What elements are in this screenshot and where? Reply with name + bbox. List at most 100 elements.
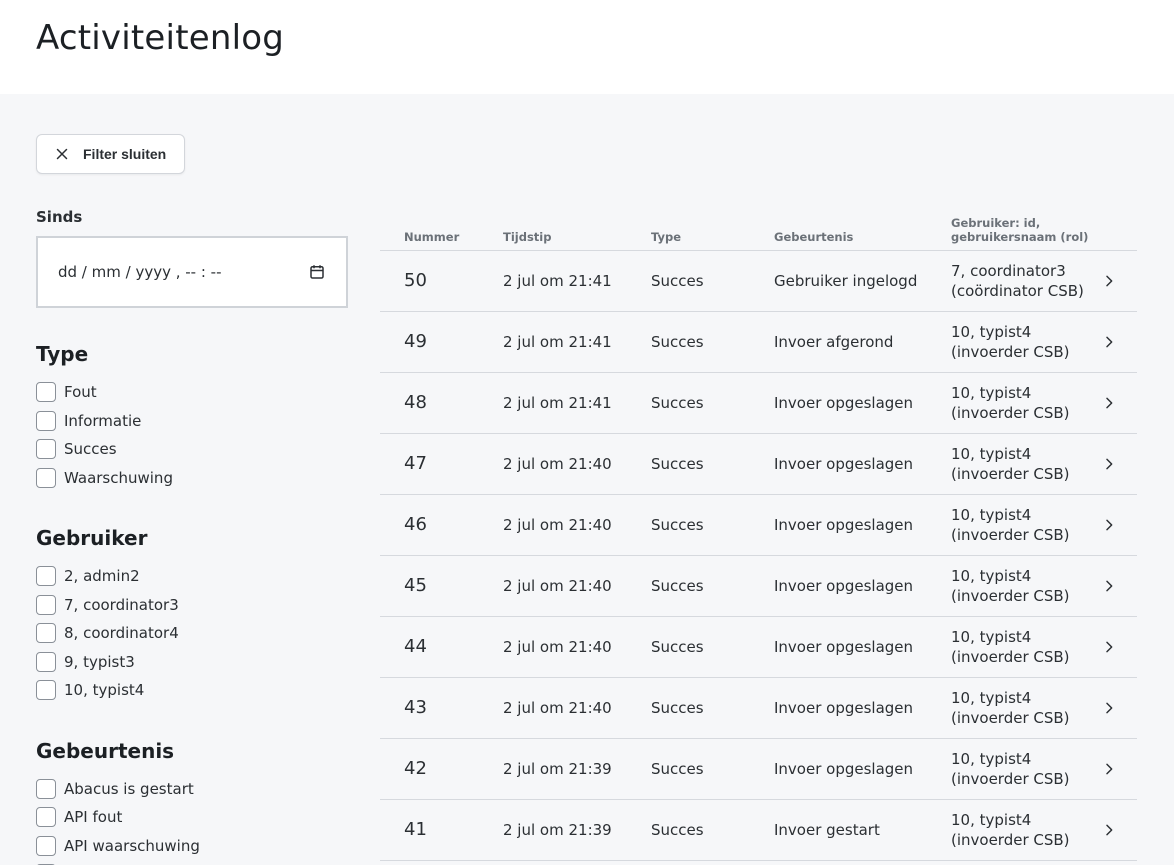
close-filter-button[interactable]: Filter sluiten: [36, 134, 185, 174]
checkbox[interactable]: [36, 680, 56, 701]
event-filter-option[interactable]: Beide invoeren verwijderd: [36, 860, 348, 865]
cell-event: Invoer opgeslagen: [774, 616, 951, 678]
type-filter-option[interactable]: Waarschuwing: [36, 464, 348, 493]
row-open-cell[interactable]: [1101, 433, 1137, 495]
activity-table: Nummer Tijdstip Type Gebeurtenis Gebruik…: [380, 208, 1137, 861]
checkbox[interactable]: [36, 835, 56, 856]
checkbox[interactable]: [36, 439, 56, 460]
cell-type: Succes: [651, 616, 774, 678]
cell-type: Succes: [651, 494, 774, 556]
table-row[interactable]: 48 2 jul om 21:41 Succes Invoer opgeslagen 1…: [380, 372, 1137, 434]
cell-number: 50: [380, 250, 503, 312]
checkbox-label: 8, coordinator4: [64, 624, 179, 643]
table-body: 50 2 jul om 21:41 Succes Gebruiker ingelogd…: [380, 250, 1137, 861]
chevron-right-icon[interactable]: [1101, 578, 1117, 594]
header-action: [1101, 208, 1137, 251]
cell-event: Gebruiker ingelogd: [774, 250, 951, 312]
row-open-cell[interactable]: [1101, 311, 1137, 373]
chevron-right-icon[interactable]: [1101, 639, 1117, 655]
type-filter-option[interactable]: Informatie: [36, 407, 348, 436]
checkbox-label: Abacus is gestart: [64, 779, 194, 798]
cell-time: 2 jul om 21:40: [503, 433, 651, 495]
event-filter-option[interactable]: API fout: [36, 803, 348, 832]
calendar-icon[interactable]: [308, 263, 326, 281]
row-open-cell[interactable]: [1101, 677, 1137, 739]
row-open-cell[interactable]: [1101, 250, 1137, 312]
checkbox[interactable]: [36, 566, 56, 587]
checkbox[interactable]: [36, 807, 56, 828]
table-row[interactable]: 43 2 jul om 21:40 Succes Invoer opgeslagen 1…: [380, 677, 1137, 739]
row-open-cell[interactable]: [1101, 555, 1137, 617]
user-filter-option[interactable]: 9, typist3: [36, 648, 348, 677]
user-filter-option[interactable]: 7, coordinator3: [36, 591, 348, 620]
user-filter-option[interactable]: 8, coordinator4: [36, 619, 348, 648]
checkbox[interactable]: [36, 623, 56, 644]
cell-type: Succes: [651, 250, 774, 312]
cell-event: Invoer afgerond: [774, 311, 951, 373]
cell-time: 2 jul om 21:40: [503, 677, 651, 739]
chevron-right-icon[interactable]: [1101, 700, 1117, 716]
user-filter-option[interactable]: 10, typist4: [36, 676, 348, 705]
checkbox[interactable]: [36, 594, 56, 615]
cell-event: Invoer opgeslagen: [774, 494, 951, 556]
cell-event: Invoer opgeslagen: [774, 372, 951, 434]
cell-time: 2 jul om 21:41: [503, 372, 651, 434]
chevron-right-icon[interactable]: [1101, 395, 1117, 411]
cell-event: Invoer opgeslagen: [774, 677, 951, 739]
type-filter-option[interactable]: Fout: [36, 378, 348, 407]
checkbox-label: 9, typist3: [64, 652, 135, 671]
close-icon: [56, 148, 68, 160]
chevron-right-icon[interactable]: [1101, 334, 1117, 350]
table-row[interactable]: 41 2 jul om 21:39 Succes Invoer gestart 10, …: [380, 799, 1137, 861]
cell-number: 49: [380, 311, 503, 373]
page-header: Activiteitenlog: [0, 0, 1174, 94]
table-row[interactable]: 49 2 jul om 21:41 Succes Invoer afgerond 10,…: [380, 311, 1137, 373]
cell-type: Succes: [651, 372, 774, 434]
row-open-cell[interactable]: [1101, 616, 1137, 678]
table-row[interactable]: 44 2 jul om 21:40 Succes Invoer opgeslagen 1…: [380, 616, 1137, 678]
checkbox[interactable]: [36, 382, 56, 403]
cell-event: Invoer opgeslagen: [774, 555, 951, 617]
row-open-cell[interactable]: [1101, 738, 1137, 800]
chevron-right-icon[interactable]: [1101, 822, 1117, 838]
checkbox[interactable]: [36, 467, 56, 488]
event-filter-option[interactable]: Abacus is gestart: [36, 775, 348, 804]
user-filter-option[interactable]: 2, admin2: [36, 562, 348, 591]
chevron-right-icon[interactable]: [1101, 761, 1117, 777]
cell-event: Invoer gestart: [774, 799, 951, 861]
activity-table-wrapper: Nummer Tijdstip Type Gebeurtenis Gebruik…: [380, 208, 1137, 861]
cell-event: Invoer opgeslagen: [774, 738, 951, 800]
table-row[interactable]: 42 2 jul om 21:39 Succes Invoer opgeslagen 1…: [380, 738, 1137, 800]
chevron-right-icon[interactable]: [1101, 517, 1117, 533]
header-number: Nummer: [380, 208, 503, 251]
checkbox[interactable]: [36, 778, 56, 799]
chevron-right-icon[interactable]: [1101, 456, 1117, 472]
cell-number: 41: [380, 799, 503, 861]
row-open-cell[interactable]: [1101, 799, 1137, 861]
header-event: Gebeurtenis: [774, 208, 951, 251]
table-row[interactable]: 46 2 jul om 21:40 Succes Invoer opgeslagen 1…: [380, 494, 1137, 556]
cell-event: Invoer opgeslagen: [774, 433, 951, 495]
cell-type: Succes: [651, 799, 774, 861]
chevron-right-icon[interactable]: [1101, 273, 1117, 289]
table-row[interactable]: 47 2 jul om 21:40 Succes Invoer opgeslagen 1…: [380, 433, 1137, 495]
cell-type: Succes: [651, 311, 774, 373]
cell-number: 42: [380, 738, 503, 800]
row-open-cell[interactable]: [1101, 372, 1137, 434]
event-filter-option[interactable]: API waarschuwing: [36, 832, 348, 861]
cell-number: 43: [380, 677, 503, 739]
type-filter-option[interactable]: Succes: [36, 435, 348, 464]
checkbox-label: Waarschuwing: [64, 468, 173, 487]
table-header-row: Nummer Tijdstip Type Gebeurtenis Gebruik…: [380, 208, 1137, 251]
since-datetime-input[interactable]: dd / mm / yyyy , -- : --: [36, 236, 348, 308]
cell-user: 7, coordinator3 (coördinator CSB): [951, 250, 1101, 312]
checkbox-label: Succes: [64, 440, 117, 459]
checkbox[interactable]: [36, 410, 56, 431]
table-row[interactable]: 45 2 jul om 21:40 Succes Invoer opgeslagen 1…: [380, 555, 1137, 617]
row-open-cell[interactable]: [1101, 494, 1137, 556]
cell-user: 10, typist4 (invoerder CSB): [951, 433, 1101, 495]
table-row[interactable]: 50 2 jul om 21:41 Succes Gebruiker ingelogd…: [380, 250, 1137, 312]
cell-user: 10, typist4 (invoerder CSB): [951, 799, 1101, 861]
cell-type: Succes: [651, 738, 774, 800]
checkbox[interactable]: [36, 651, 56, 672]
